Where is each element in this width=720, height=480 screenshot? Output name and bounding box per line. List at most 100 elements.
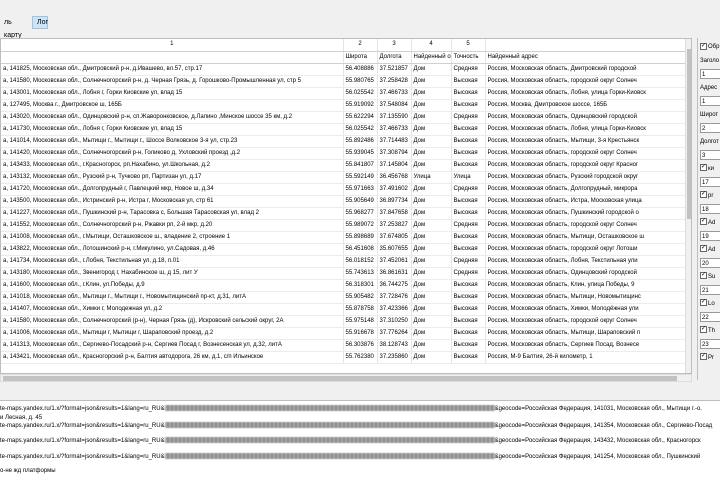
column-number-input[interactable]: 23 xyxy=(700,339,720,349)
table-cell[interactable]: Средняя xyxy=(451,267,486,280)
tab-map[interactable]: ль карту xyxy=(0,16,28,39)
checkbox-icon[interactable]: ✓ xyxy=(700,42,707,50)
table-row[interactable]: а, 143433, Московская обл., г.Красногорс… xyxy=(1,159,686,172)
col-header-lat[interactable]: Широта xyxy=(343,51,378,64)
table-cell[interactable]: Дом xyxy=(411,135,452,148)
column-number-input[interactable]: 22 xyxy=(700,312,720,322)
table-cell[interactable]: Россия, Московская область, Химки, Молод… xyxy=(485,303,686,316)
table-cell[interactable]: 36.456768 xyxy=(377,171,412,184)
checkbox-icon[interactable]: ✓ xyxy=(700,164,707,172)
option-checkbox[interactable]: ✓ Pr xyxy=(700,353,714,363)
table-row[interactable]: а, 143421, Московская обл., Красногорски… xyxy=(1,351,686,364)
table-cell[interactable]: 55.592149 xyxy=(343,171,378,184)
table-cell[interactable]: Россия, Москва, Дмитровское шоссе, 165Б xyxy=(485,99,686,112)
table-cell[interactable]: Россия, Московская область, городской ок… xyxy=(485,75,686,88)
table-cell[interactable]: Россия, Московская область, Одинцовский … xyxy=(485,111,686,124)
table-cell[interactable]: Дом xyxy=(411,219,452,232)
table-cell[interactable]: Дом xyxy=(411,327,452,340)
vertical-scroll-thumb[interactable] xyxy=(687,49,691,219)
table-cell[interactable]: Дом xyxy=(411,159,452,172)
number-field[interactable]: 18 xyxy=(700,204,720,214)
table-cell[interactable]: а, 143020, Московская обл., Одинцовский … xyxy=(1,111,344,124)
table-cell[interactable]: 36.861631 xyxy=(377,267,412,280)
table-row[interactable]: а, 141580, Московская обл., Солнечногорс… xyxy=(1,315,686,328)
table-cell[interactable]: а, 141014, Московская обл., Мытищи г., М… xyxy=(1,135,344,148)
table-cell[interactable]: Улица xyxy=(411,171,452,184)
column-number-input[interactable]: 19 xyxy=(700,231,720,241)
table-cell[interactable]: Дом xyxy=(411,351,452,364)
table-row[interactable]: а, 141313, Московская обл., Сергиево-Пос… xyxy=(1,339,686,352)
table-cell[interactable]: Россия, Московская область, Мытищи, Ново… xyxy=(485,291,686,304)
table-cell[interactable]: Высокая xyxy=(451,327,486,340)
table-cell[interactable]: 37.728476 xyxy=(377,291,412,304)
table-cell[interactable]: 37.253827 xyxy=(377,219,412,232)
table-cell[interactable]: Высокая xyxy=(451,315,486,328)
vertical-scrollbar[interactable] xyxy=(685,39,691,373)
table-cell[interactable]: а, 141825, Московская обл., Дмитровский … xyxy=(1,63,344,76)
table-cell[interactable]: а, 127495, Москва г., Дмитровское ш, 165… xyxy=(1,99,344,112)
table-cell[interactable]: Дом xyxy=(411,279,452,292)
table-cell[interactable]: 55.622294 xyxy=(343,111,378,124)
table-cell[interactable]: Высокая xyxy=(451,123,486,136)
table-cell[interactable]: 56.018152 xyxy=(343,255,378,268)
table-cell[interactable]: Россия, Московская область, Истра, Моско… xyxy=(485,195,686,208)
table-cell[interactable]: 56.451608 xyxy=(343,243,378,256)
table-cell[interactable]: 55.898689 xyxy=(343,231,378,244)
checkbox-icon[interactable]: ✓ xyxy=(700,299,707,307)
table-cell[interactable]: Дом xyxy=(411,255,452,268)
table-row[interactable]: а, 141734, Московская обл., г.Лобня, Тек… xyxy=(1,255,686,268)
table-cell[interactable]: а, 141720, Московская обл., Долгопрудный… xyxy=(1,183,344,196)
table-row[interactable]: а, 141580, Московская обл., Солнечногорс… xyxy=(1,75,686,88)
table-cell[interactable]: Россия, Московская область, Мытищи, Шара… xyxy=(485,327,686,340)
table-row[interactable]: а, 141600, Московская обл., г.Клин, ул.П… xyxy=(1,279,686,292)
column-number-input[interactable]: 21 xyxy=(700,285,720,295)
number-field[interactable]: 21 xyxy=(700,285,720,295)
table-cell[interactable]: а, 141008, Московская обл., г.Мытищи, Ос… xyxy=(1,231,344,244)
option-checkbox[interactable]: ✓ Ad xyxy=(700,245,715,255)
checkbox-icon[interactable]: ✓ xyxy=(700,191,707,199)
table-cell[interactable]: 36.897734 xyxy=(377,195,412,208)
table-cell[interactable]: Высокая xyxy=(451,147,486,160)
table-cell[interactable]: 37.452061 xyxy=(377,255,412,268)
number-field[interactable]: 3 xyxy=(700,150,720,160)
table-cell[interactable]: Дом xyxy=(411,111,452,124)
table-cell[interactable]: 55.980765 xyxy=(343,75,378,88)
table-cell[interactable]: а, 143500, Московская обл., Истринский р… xyxy=(1,195,344,208)
table-cell[interactable]: Дом xyxy=(411,231,452,244)
option-checkbox[interactable]: ✓ ки xyxy=(700,164,714,174)
table-row[interactable]: а, 141552, Московская обл., Солнечногорс… xyxy=(1,219,686,232)
horizontal-scroll-thumb[interactable] xyxy=(3,376,677,381)
table-row[interactable]: а, 141720, Московская обл., Долгопрудный… xyxy=(1,183,686,196)
table-cell[interactable]: 55.762380 xyxy=(343,351,378,364)
table-cell[interactable]: Дом xyxy=(411,195,452,208)
table-cell[interactable]: 55.878758 xyxy=(343,303,378,316)
col-number[interactable] xyxy=(485,39,686,52)
number-field[interactable]: 19 xyxy=(700,231,720,241)
table-cell[interactable]: Высокая xyxy=(451,207,486,220)
option-checkbox[interactable]: ✓ Th xyxy=(700,326,715,336)
table-cell[interactable]: Дом xyxy=(411,99,452,112)
table-cell[interactable]: а, 143421, Московская обл., Красногорски… xyxy=(1,351,344,364)
table-cell[interactable]: 37.466733 xyxy=(377,123,412,136)
checkbox-icon[interactable]: ✓ xyxy=(700,272,707,280)
table-cell[interactable]: Высокая xyxy=(451,339,486,352)
number-field[interactable]: 2 xyxy=(700,123,720,133)
table-row[interactable]: а, 141825, Московская обл., Дмитровский … xyxy=(1,63,686,76)
col-number[interactable]: 4 xyxy=(411,39,452,52)
table-row[interactable]: а, 141018, Московская обл., Мытищи г., М… xyxy=(1,291,686,304)
table-cell[interactable]: 56.318301 xyxy=(343,279,378,292)
col-number[interactable]: 3 xyxy=(377,39,412,52)
table-row[interactable]: а, 141006, Московская обл., Мытищи г, Мы… xyxy=(1,327,686,340)
table-cell[interactable]: 55.841807 xyxy=(343,159,378,172)
table-cell[interactable]: Высокая xyxy=(451,159,486,172)
number-field[interactable]: 1 xyxy=(700,96,720,106)
table-row[interactable]: а, 141014, Московская обл., Мытищи г., М… xyxy=(1,135,686,148)
column-number-input[interactable]: 18 xyxy=(700,204,720,214)
table-cell[interactable]: 55.939045 xyxy=(343,147,378,160)
option-checkbox[interactable]: ✓ Ad xyxy=(700,218,715,228)
table-cell[interactable]: 55.919092 xyxy=(343,99,378,112)
table-cell[interactable]: Дом xyxy=(411,339,452,352)
table-cell[interactable]: а, 141420, Московская обл., Солнечногорс… xyxy=(1,147,344,160)
table-cell[interactable]: 37.548084 xyxy=(377,99,412,112)
table-cell[interactable]: а, 141552, Московская обл., Солнечногорс… xyxy=(1,219,344,232)
